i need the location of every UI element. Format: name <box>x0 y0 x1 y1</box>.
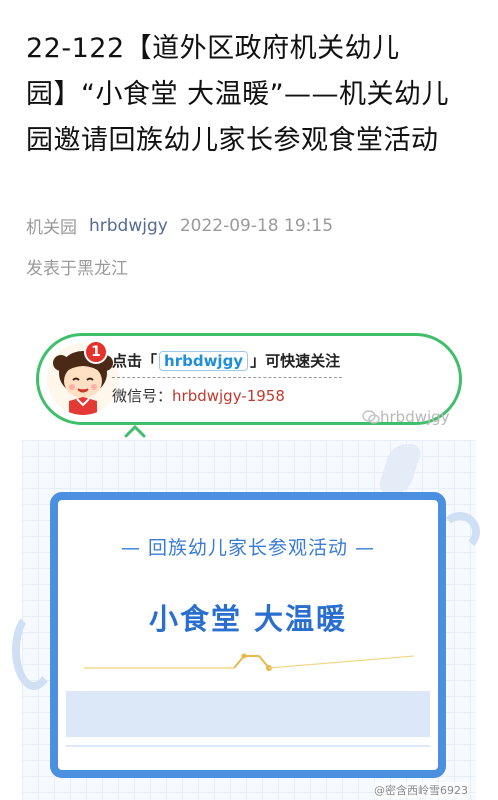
follow-account-name: hrbdwjgy <box>159 351 249 371</box>
poster-subtitle: — 回族幼儿家长参观活动 — <box>120 537 376 559</box>
poster-content-block <box>66 691 430 737</box>
chevron-up-icon <box>124 424 146 438</box>
wechat-watermark-icon <box>362 410 380 424</box>
footer-watermark: @密含西岭雪6923 <box>374 782 468 798</box>
article-meta: 机关园 hrbdwjgy 2022-09-18 19:15 <box>26 213 476 239</box>
wechat-id: hrbdwjgy-1958 <box>172 387 285 405</box>
publish-location: 发表于黑龙江 <box>26 259 128 279</box>
divider-dashed <box>112 377 342 378</box>
image-watermark: hrbdwjgy <box>362 408 450 426</box>
publish-datetime: 2022-09-18 19:15 <box>179 215 334 236</box>
notification-badge: 1 <box>84 340 108 364</box>
wechat-label: 微信号： <box>112 387 173 405</box>
decor-gold-line <box>84 653 414 671</box>
poster-headline: 小食堂 大温暖 <box>148 602 348 636</box>
follow-prefix: 点击「 <box>112 352 158 370</box>
mascot-avatar-icon <box>47 343 119 415</box>
follow-prompt[interactable]: 点击「 hrbdwjgy 」可快速关注 <box>112 350 340 371</box>
wechat-id-row: 微信号：hrbdwjgy-1958 <box>112 385 285 406</box>
author-name: 机关园 <box>26 218 77 238</box>
article-title: 22-122【道外区政府机关幼儿园】“小食堂 大温暖”——机关幼儿园邀请回族幼儿… <box>26 33 450 156</box>
watermark-text: hrbdwjgy <box>380 408 450 426</box>
account-link[interactable]: hrbdwjgy <box>89 216 168 236</box>
follow-suffix: 」可快速关注 <box>250 352 341 370</box>
decor-arc <box>440 512 480 552</box>
poster-divider <box>66 745 430 747</box>
